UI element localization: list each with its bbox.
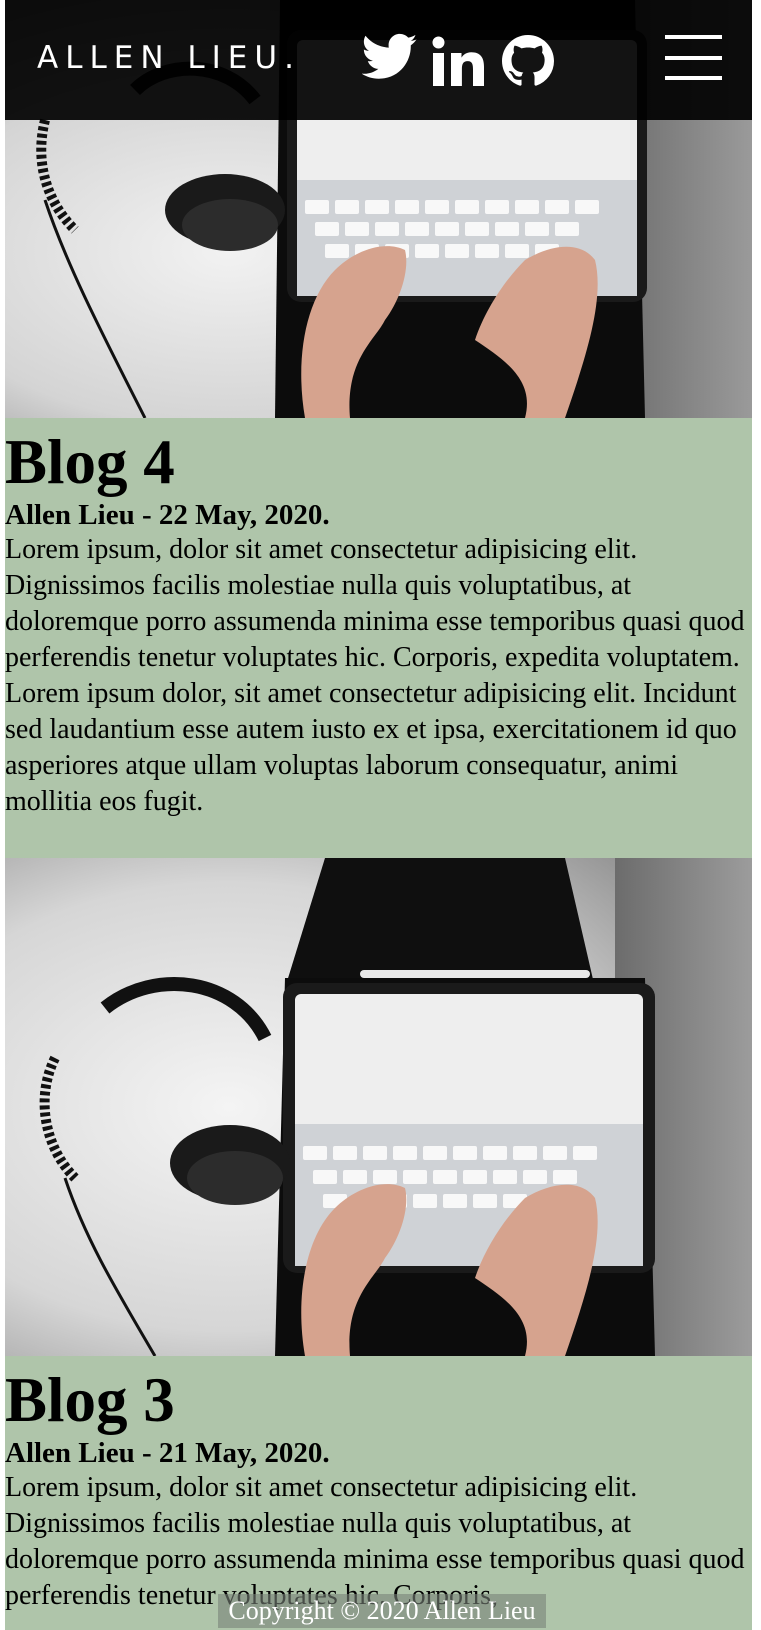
twitter-link[interactable] (361, 33, 418, 81)
menu-bar (665, 76, 722, 80)
blog-text: Lorem ipsum, dolor sit amet consectetur … (5, 534, 745, 817)
copyright-text: Copyright © 2020 Allen Lieu (228, 1596, 536, 1625)
blog-post: Blog 4 Allen Lieu - 22 May, 2020. Lorem … (5, 418, 752, 858)
menu-bar (665, 35, 722, 39)
site-footer: Copyright © 2020 Allen Lieu (218, 1594, 546, 1628)
page: ALLEN LIEU. Blog 4 Allen Lieu - 22 May, … (5, 0, 752, 1630)
desk-photo-image (5, 858, 752, 1356)
linkedin-link[interactable] (432, 36, 484, 88)
hamburger-menu-button[interactable] (665, 35, 722, 83)
blog-post: Blog 3 Allen Lieu - 21 May, 2020. Lorem … (5, 1356, 752, 1630)
menu-bar (665, 56, 722, 60)
site-header: ALLEN LIEU. (5, 0, 752, 120)
blog-text: Lorem ipsum, dolor sit amet consectetur … (5, 1472, 745, 1611)
blog-title[interactable]: Blog 3 (5, 1364, 175, 1436)
blog-meta: Allen Lieu - 21 May, 2020. (5, 1437, 330, 1469)
blog-image (5, 858, 752, 1356)
blog-title[interactable]: Blog 4 (5, 426, 175, 498)
twitter-icon (361, 33, 418, 79)
github-link[interactable] (502, 35, 554, 87)
blog-meta: Allen Lieu - 22 May, 2020. (5, 499, 330, 531)
linkedin-icon (432, 36, 484, 86)
github-icon (502, 35, 554, 86)
site-logo[interactable]: ALLEN LIEU. (37, 40, 301, 76)
